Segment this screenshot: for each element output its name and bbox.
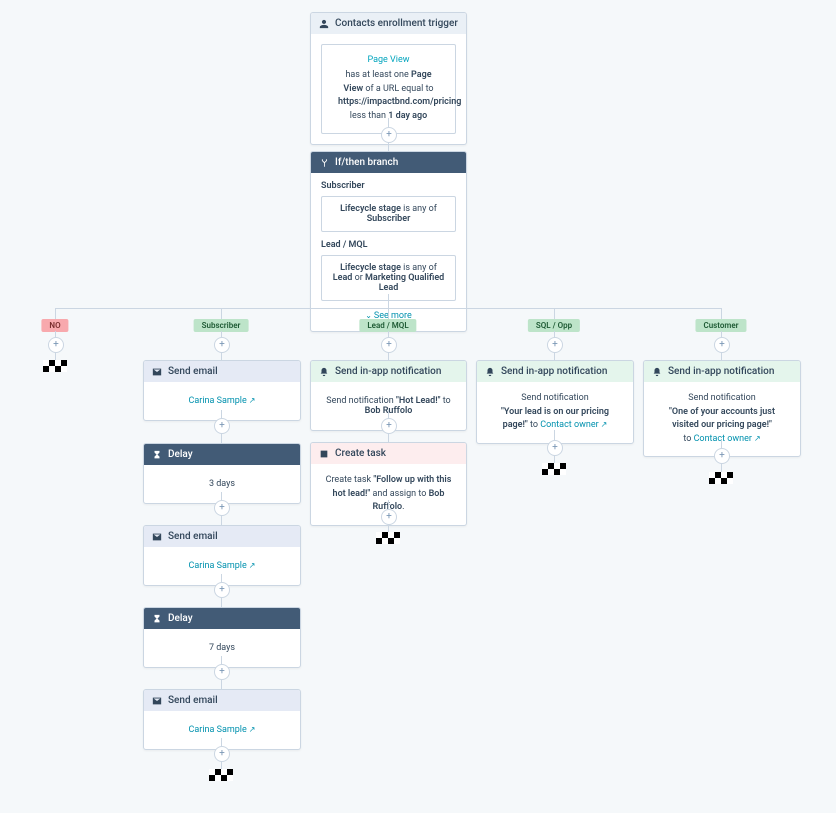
notification-header: Send in-app notification xyxy=(644,361,800,382)
mail-icon xyxy=(152,367,162,377)
add-step-button[interactable]: + xyxy=(714,448,730,464)
email-header: Send email xyxy=(144,361,300,382)
delay-card[interactable]: Delay 3 days xyxy=(143,443,301,504)
connector-line xyxy=(554,308,555,319)
delay-body: 7 days xyxy=(144,629,300,667)
email-link[interactable]: Carina Sample xyxy=(189,725,256,735)
email-header: Send email xyxy=(144,690,300,711)
email-body: Carina Sample xyxy=(144,382,300,420)
send-email-card[interactable]: Send email Carina Sample xyxy=(143,525,301,586)
trigger-title: Contacts enrollment trigger xyxy=(335,18,458,29)
email-title: Send email xyxy=(168,366,218,377)
add-step-button[interactable]: + xyxy=(48,337,64,353)
connector-line xyxy=(388,294,389,308)
trigger-header: Contacts enrollment trigger xyxy=(311,13,466,34)
delay-title: Delay xyxy=(168,613,193,624)
email-body: Carina Sample xyxy=(144,547,300,585)
delay-header: Delay xyxy=(144,444,300,465)
notification-card[interactable]: Send in-app notification Send notificati… xyxy=(476,360,634,444)
notification-body: Send notification "Your lead is on our p… xyxy=(477,382,633,443)
bell-icon xyxy=(652,367,662,377)
trigger-rule-text: has at least one Page View of a URL equa… xyxy=(338,69,439,123)
branch-group-label: Subscriber xyxy=(321,181,466,191)
add-step-button[interactable]: + xyxy=(214,582,230,598)
branch-icon xyxy=(319,158,329,168)
task-title: Create task xyxy=(335,448,386,459)
branch-rule: Lifecycle stage is any of Subscriber xyxy=(321,196,456,232)
add-step-button[interactable]: + xyxy=(214,500,230,516)
connector-line xyxy=(388,308,389,319)
contact-owner-link[interactable]: Contact owner xyxy=(540,420,607,430)
add-step-button[interactable]: + xyxy=(214,664,230,680)
add-step-button[interactable]: + xyxy=(214,746,230,762)
end-marker xyxy=(43,360,67,372)
notification-header: Send in-app notification xyxy=(477,361,633,382)
send-email-card[interactable]: Send email Carina Sample xyxy=(143,360,301,421)
hourglass-icon xyxy=(152,450,162,460)
add-step-button[interactable]: + xyxy=(714,337,730,353)
calendar-icon xyxy=(319,449,329,459)
hourglass-icon xyxy=(152,614,162,624)
connector-line xyxy=(221,308,222,319)
email-title: Send email xyxy=(168,531,218,542)
end-marker xyxy=(542,463,566,475)
delay-body: 3 days xyxy=(144,465,300,503)
add-step-button[interactable]: + xyxy=(547,337,563,353)
notification-card[interactable]: Send in-app notification Send notificati… xyxy=(643,360,801,457)
email-header: Send email xyxy=(144,526,300,547)
notification-title: Send in-app notification xyxy=(335,366,441,377)
add-step-button[interactable]: + xyxy=(214,418,230,434)
page-view-label: Page View xyxy=(338,55,439,65)
delay-header: Delay xyxy=(144,608,300,629)
send-email-card[interactable]: Send email Carina Sample xyxy=(143,689,301,750)
connector-line xyxy=(55,308,56,319)
notification-title: Send in-app notification xyxy=(501,366,607,377)
bell-icon xyxy=(319,367,329,377)
add-step-button[interactable]: + xyxy=(381,418,397,434)
branch-title: If/then branch xyxy=(335,157,398,168)
email-link[interactable]: Carina Sample xyxy=(189,561,256,571)
connector-line xyxy=(721,308,722,319)
email-body: Carina Sample xyxy=(144,711,300,749)
mail-icon xyxy=(152,696,162,706)
add-step-button[interactable]: + xyxy=(381,337,397,353)
add-step-button[interactable]: + xyxy=(381,509,397,525)
add-step-button[interactable]: + xyxy=(381,127,397,143)
task-header: Create task xyxy=(311,443,466,464)
branch-header: If/then branch xyxy=(311,152,466,173)
add-step-button[interactable]: + xyxy=(214,337,230,353)
email-link[interactable]: Carina Sample xyxy=(189,396,256,406)
notification-header: Send in-app notification xyxy=(311,361,466,382)
branch-group-label: Lead / MQL xyxy=(321,240,466,250)
bell-icon xyxy=(485,367,495,377)
end-marker xyxy=(209,769,233,781)
add-step-button[interactable]: + xyxy=(547,440,563,456)
notification-title: Send in-app notification xyxy=(668,366,774,377)
delay-title: Delay xyxy=(168,449,193,460)
email-title: Send email xyxy=(168,695,218,706)
notification-body: Send notification "One of your accounts … xyxy=(644,382,800,456)
end-marker xyxy=(376,532,400,544)
person-icon xyxy=(319,19,329,29)
contact-owner-link[interactable]: Contact owner xyxy=(694,434,761,444)
mail-icon xyxy=(152,532,162,542)
end-marker xyxy=(709,472,733,484)
delay-card[interactable]: Delay 7 days xyxy=(143,607,301,668)
